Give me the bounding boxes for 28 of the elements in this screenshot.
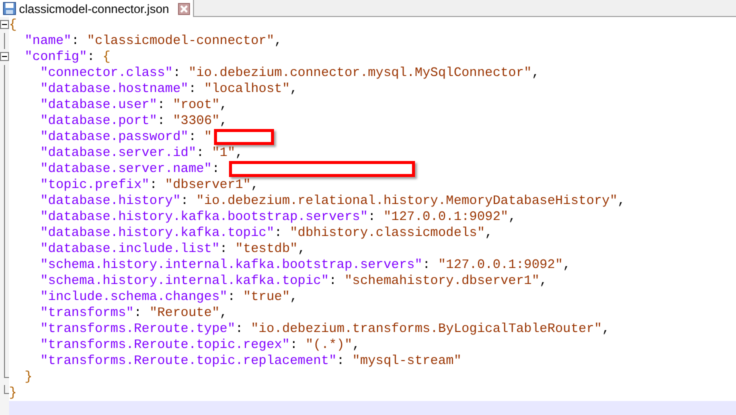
code-line: "database.history.kafka.topic": "dbhistory.classicmodels", [39,225,493,241]
code-line: "database.history.kafka.bootstrap.servers": "127.0.0.1:9092", [39,209,516,225]
fold-toggle-icon[interactable] [0,52,9,61]
code-line: "name": "classicmodel-connector", [24,33,282,49]
code-line: "schema.history.internal.kafka.bootstrap.servers": "127.0.0.1:9092", [39,257,571,273]
code-line: } [24,369,32,385]
code-line: "transforms.Reroute.topic.regex": "(.*)", [39,337,360,353]
code-line: "database.history": "io.debezium.relational.history.MemoryDatabaseHistory", [39,193,626,209]
code-line: "topic.prefix": "dbserver1", [39,177,259,193]
code-line: "schema.history.internal.kafka.topic": "schemahistory.dbserver1", [39,273,548,289]
code-line: } [9,385,17,401]
code-line: "connector.class": "io.debezium.connector.mysql.MySqlConnector", [39,65,540,81]
code-line: "transforms.Reroute.type": "io.debezium.transforms.ByLogicalTableRouter", [39,321,610,337]
code-line: "database.server.name": [39,161,221,177]
code-line: "database.include.list": "testdb", [39,241,306,257]
fold-toggle-icon[interactable] [0,20,9,29]
code-line: "database.user": "root", [39,97,228,113]
code-line: "include.schema.changes": "true", [39,289,298,305]
close-icon[interactable] [178,2,190,14]
code-line: { [9,17,17,33]
code-line: "config": { [24,49,110,65]
code-line: "database.port": "3306", [39,113,228,129]
code-line: "transforms": "Reroute", [39,305,228,321]
code-line: "database.server.id": "1", [39,145,244,161]
file-tab[interactable]: classicmodel-connector.json [0,0,194,17]
code-line: "database.password": " [39,129,212,145]
code-line: "transforms.Reroute.topic.replacement": "mysql-stream" [39,353,462,369]
code-line: "database.hostname": "localhost", [39,81,298,97]
